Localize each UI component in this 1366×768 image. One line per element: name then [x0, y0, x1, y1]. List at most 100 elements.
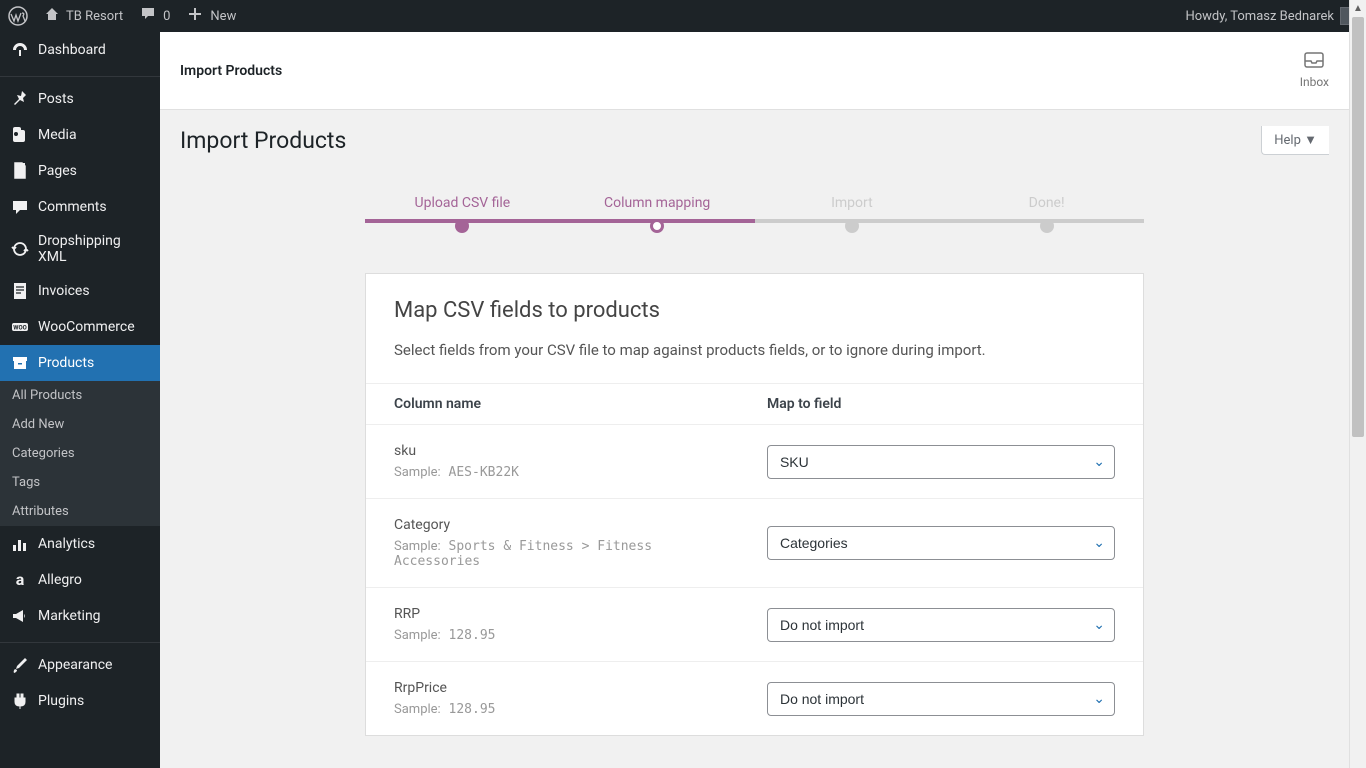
sidebar-item-label: Allegro [38, 572, 82, 588]
admin-bar: TB Resort 0 New Howdy, Tomasz Bednarek [0, 0, 1366, 32]
sidebar-item-label: Pages [38, 163, 77, 179]
mapping-card: Map CSV fields to products Select fields… [365, 273, 1144, 736]
column-sample: Sample: AES-KB22K [394, 465, 711, 480]
svg-text:WOO: WOO [13, 325, 27, 332]
allegro-icon: a [10, 570, 30, 590]
user-greeting[interactable]: Howdy, Tomasz Bednarek [1185, 7, 1358, 25]
step-dot-icon [455, 219, 469, 233]
sidebar-item-allegro[interactable]: a Allegro [0, 562, 160, 598]
th-column-name: Column name [366, 384, 739, 425]
archive-icon [10, 353, 30, 373]
sidebar-item-label: Plugins [38, 693, 84, 709]
new-link[interactable]: New [186, 5, 236, 27]
refresh-icon [10, 239, 30, 259]
step-label: Column mapping [560, 195, 755, 211]
column-sample: Sample: Sports & Fitness > Fitness Acces… [394, 539, 711, 569]
inbox-label: Inbox [1300, 75, 1329, 89]
step-column-mapping: Column mapping [560, 195, 755, 233]
breadcrumb: Import Products [180, 63, 282, 79]
table-row: Category Sample: Sports & Fitness > Fitne… [366, 499, 1143, 588]
step-dot-icon [650, 219, 664, 233]
sidebar-item-marketing[interactable]: Marketing [0, 598, 160, 634]
sidebar-item-label: Dropshipping XML [38, 233, 150, 265]
sidebar-item-analytics[interactable]: Analytics [0, 526, 160, 562]
sidebar-item-label: Comments [38, 199, 107, 215]
submenu-item-tags[interactable]: Tags [0, 468, 160, 497]
sidebar-item-pages[interactable]: Pages [0, 153, 160, 189]
sidebar-item-label: Analytics [38, 536, 95, 552]
admin-sidebar: Dashboard Posts Media Pages Comments Dropship… [0, 32, 160, 768]
comment-icon [10, 197, 30, 217]
sidebar-item-label: Products [38, 355, 94, 371]
megaphone-icon [10, 606, 30, 626]
table-row: RrpPriceSample: 128.95Do not import⌄ [366, 662, 1143, 736]
step-label: Done! [949, 195, 1144, 211]
plugin-icon [10, 691, 30, 711]
help-tab[interactable]: Help ▼ [1261, 126, 1329, 155]
sidebar-item-woocommerce[interactable]: WOO WooCommerce [0, 309, 160, 345]
dashboard-icon [10, 40, 30, 60]
wizard-progress: Upload CSV fileColumn mappingImportDone! [365, 195, 1144, 233]
sidebar-item-products[interactable]: Products [0, 345, 160, 381]
step-label: Upload CSV file [365, 195, 560, 211]
comments-link[interactable]: 0 [139, 5, 170, 27]
greeting-text: Howdy, Tomasz Bednarek [1185, 9, 1334, 24]
sidebar-item-invoices[interactable]: Invoices [0, 273, 160, 309]
sidebar-item-dashboard[interactable]: Dashboard [0, 32, 160, 68]
column-sample: Sample: 128.95 [394, 702, 711, 717]
page-title: Import Products [180, 127, 346, 154]
top-header: Import Products Inbox [160, 32, 1349, 110]
sidebar-item-media[interactable]: Media [0, 117, 160, 153]
sidebar-item-plugins[interactable]: Plugins [0, 683, 160, 719]
scrollbar-thumb[interactable] [1352, 17, 1364, 437]
sidebar-item-dropshipping-xml[interactable]: Dropshipping XML [0, 225, 160, 273]
scrollbar-up-icon[interactable]: ▲ [1350, 0, 1366, 17]
sidebar-item-appearance[interactable]: Appearance [0, 647, 160, 683]
pin-icon [10, 89, 30, 109]
brush-icon [10, 655, 30, 675]
sidebar-item-comments[interactable]: Comments [0, 189, 160, 225]
media-icon [10, 125, 30, 145]
column-name: Category [394, 517, 711, 533]
sidebar-item-label: Marketing [38, 608, 101, 624]
table-row: skuSample: AES-KB22KSKU⌄ [366, 425, 1143, 499]
sidebar-item-label: Media [38, 127, 77, 143]
scrollbar[interactable]: ▲ [1349, 0, 1366, 768]
step-upload-csv-file: Upload CSV file [365, 195, 560, 233]
map-field-select[interactable]: SKU [767, 445, 1115, 479]
map-field-select[interactable]: Do not import [767, 682, 1115, 716]
home-icon [44, 6, 60, 26]
sidebar-item-posts[interactable]: Posts [0, 81, 160, 117]
site-name: TB Resort [66, 9, 123, 24]
step-done-: Done! [949, 195, 1144, 233]
submenu-item-categories[interactable]: Categories [0, 439, 160, 468]
card-title: Map CSV fields to products [394, 298, 1115, 323]
chart-icon [10, 534, 30, 554]
inbox-button[interactable]: Inbox [1300, 52, 1329, 89]
page-icon [10, 161, 30, 181]
inbox-icon [1300, 52, 1329, 73]
main-content: Import Products Inbox Import Products He… [160, 32, 1349, 768]
sidebar-item-label: Posts [38, 91, 74, 107]
step-import: Import [755, 195, 950, 233]
table-row: RRPSample: 128.95Do not import⌄ [366, 588, 1143, 662]
column-sample: Sample: 128.95 [394, 628, 711, 643]
sidebar-item-label: Dashboard [38, 42, 106, 58]
submenu-item-add-new[interactable]: Add New [0, 410, 160, 439]
invoice-icon [10, 281, 30, 301]
step-dot-icon [1040, 219, 1054, 233]
sidebar-item-label: Invoices [38, 283, 90, 299]
map-field-select[interactable]: Do not import [767, 608, 1115, 642]
submenu-item-attributes[interactable]: Attributes [0, 497, 160, 526]
card-description: Select fields from your CSV file to map … [394, 341, 1115, 359]
sidebar-item-label: WooCommerce [38, 319, 135, 335]
column-name: RRP [394, 606, 711, 622]
svg-text:a: a [16, 570, 25, 589]
submenu-item-all-products[interactable]: All Products [0, 381, 160, 410]
site-link[interactable]: TB Resort [44, 6, 123, 26]
map-field-select[interactable]: Categories [767, 526, 1115, 560]
column-name: sku [394, 443, 711, 459]
step-label: Import [755, 195, 950, 211]
wp-logo[interactable] [8, 6, 28, 26]
column-name: RrpPrice [394, 680, 711, 696]
